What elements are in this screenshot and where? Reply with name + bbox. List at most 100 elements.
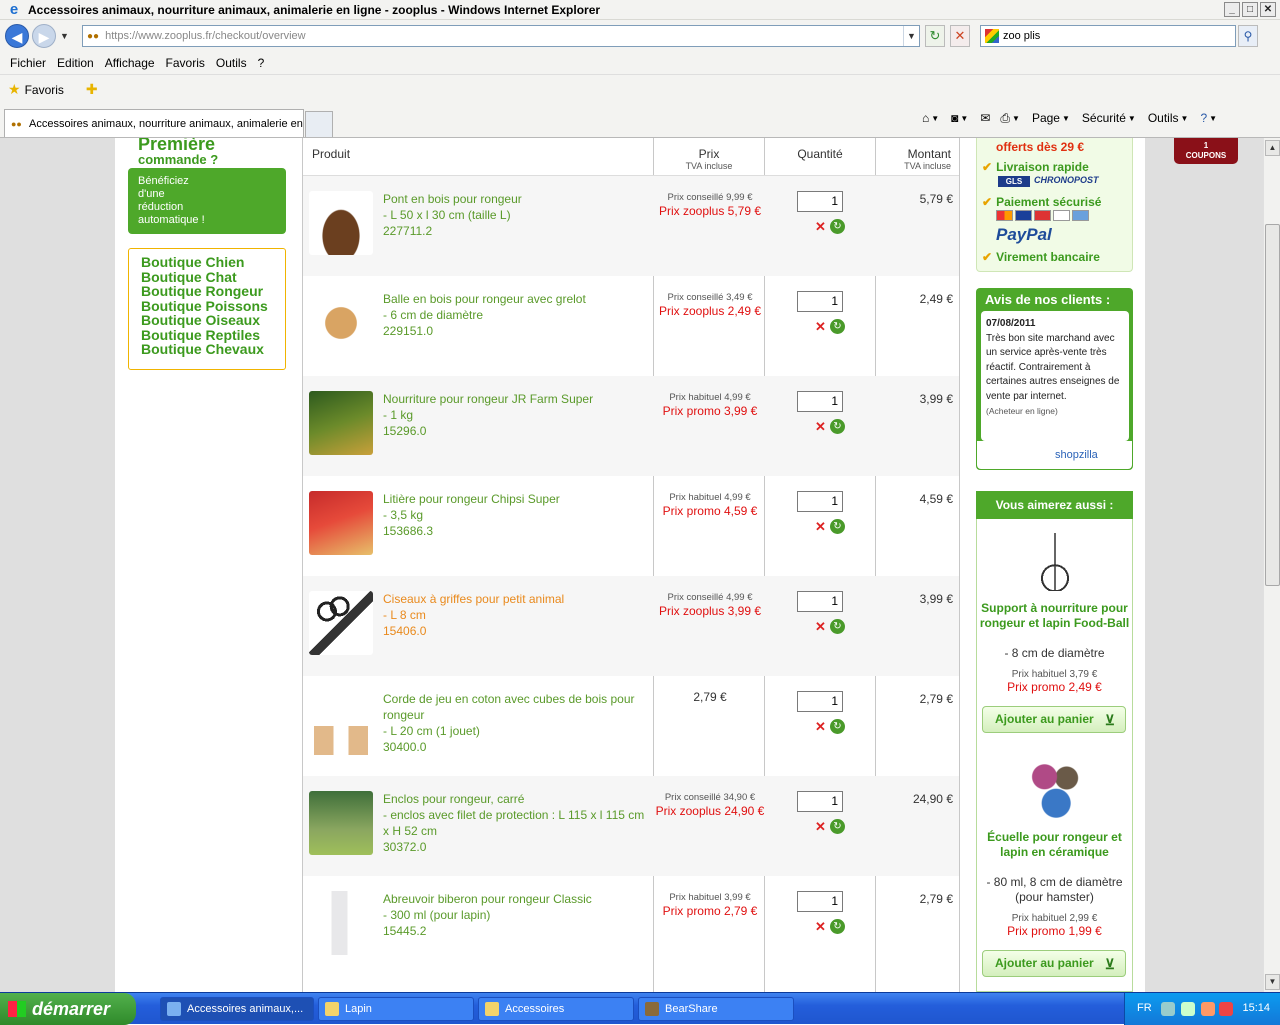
update-qty-icon[interactable]: ↻ — [830, 219, 845, 234]
favorites-star-icon[interactable]: ★ — [8, 81, 21, 98]
shop-link-reptiles[interactable]: Boutique Reptiles — [141, 327, 285, 343]
scroll-up-icon[interactable]: ▲ — [1265, 140, 1280, 156]
task-lapin[interactable]: Lapin — [318, 997, 474, 1021]
quantity-input[interactable]: 1 — [797, 691, 843, 712]
tab-zooplus[interactable]: ●● Accessoires animaux, nourriture anima… — [4, 109, 304, 137]
antivirus-icon[interactable] — [1219, 1002, 1233, 1016]
search-value[interactable]: zoo plis — [1003, 30, 1040, 42]
home-dropdown-icon[interactable]: ▼ — [931, 114, 939, 123]
product-image[interactable] — [1025, 760, 1084, 820]
product-name[interactable]: Pont en bois pour rongeur — [383, 191, 651, 207]
update-qty-icon[interactable]: ↻ — [830, 319, 845, 334]
product-image[interactable] — [309, 791, 373, 855]
product-image[interactable] — [309, 591, 373, 655]
update-qty-icon[interactable]: ↻ — [830, 419, 845, 434]
quantity-input[interactable]: 1 — [797, 491, 843, 512]
security-dropdown-icon[interactable]: ▼ — [1128, 114, 1136, 123]
product-image[interactable] — [309, 291, 373, 355]
shopzilla-logo[interactable]: shopzilla — [1055, 449, 1098, 461]
help-icon[interactable]: ? — [1200, 111, 1207, 125]
menu-edition[interactable]: Edition — [57, 56, 94, 70]
remove-item-icon[interactable]: ✕ — [815, 220, 826, 233]
product-name[interactable]: Corde de jeu en coton avec cubes de bois… — [383, 691, 651, 723]
shop-link-rongeur[interactable]: Boutique Rongeur — [141, 284, 285, 299]
print-dropdown-icon[interactable]: ▼ — [1012, 114, 1020, 123]
home-tray-icon[interactable] — [1201, 1002, 1215, 1016]
vertical-scrollbar[interactable]: ▲ ▼ — [1263, 138, 1280, 992]
update-qty-icon[interactable]: ↻ — [830, 819, 845, 834]
remove-item-icon[interactable]: ✕ — [815, 620, 826, 633]
maximize-button[interactable]: □ — [1242, 2, 1258, 17]
page-menu[interactable]: Page — [1032, 111, 1060, 125]
quantity-input[interactable]: 1 — [797, 191, 843, 212]
quantity-input[interactable]: 1 — [797, 591, 843, 612]
suggestion-name[interactable]: Support à nourriture pour rongeur et lap… — [977, 601, 1132, 631]
scroll-down-icon[interactable]: ▼ — [1265, 974, 1280, 990]
product-name[interactable]: Ciseaux à griffes pour petit animal — [383, 591, 651, 607]
wifi-icon[interactable] — [1181, 1002, 1195, 1016]
remove-item-icon[interactable]: ✕ — [815, 820, 826, 833]
product-image[interactable] — [309, 191, 373, 255]
shop-link-chat[interactable]: Boutique Chat — [141, 269, 285, 285]
favorites-button[interactable]: Favoris — [25, 83, 64, 97]
tab-title[interactable]: Accessoires animaux, nourriture animaux,… — [29, 118, 303, 130]
menu-affichage[interactable]: Affichage — [105, 56, 155, 70]
product-image[interactable] — [309, 691, 373, 755]
history-dropdown-icon[interactable]: ▼ — [60, 31, 69, 41]
add-to-cart-button[interactable]: Ajouter au panier ⊻ — [982, 950, 1126, 977]
menu-help[interactable]: ? — [258, 56, 265, 70]
update-qty-icon[interactable]: ↻ — [830, 519, 845, 534]
task-bearshare[interactable]: BearShare — [638, 997, 794, 1021]
promo-banner[interactable]: Bénéficiez d'une réduction automatique !… — [128, 168, 407, 255]
tools-dropdown-icon[interactable]: ▼ — [1181, 114, 1189, 123]
add-to-cart-button[interactable]: Ajouter au panier ⊻ — [982, 706, 1126, 733]
shop-link-poissons[interactable]: Boutique Poissons — [141, 298, 285, 314]
remove-item-icon[interactable]: ✕ — [815, 320, 826, 333]
remove-item-icon[interactable]: ✕ — [815, 720, 826, 733]
update-qty-icon[interactable]: ↻ — [830, 619, 845, 634]
product-name[interactable]: Balle en bois pour rongeur avec grelot — [383, 291, 651, 307]
security-menu[interactable]: Sécurité — [1082, 111, 1126, 125]
refresh-button[interactable]: ↻ — [925, 25, 945, 47]
search-input[interactable]: zoo plis — [980, 25, 1236, 47]
forward-button[interactable]: ▶ — [32, 24, 56, 48]
quantity-input[interactable]: 1 — [797, 891, 843, 912]
shop-link-chien[interactable]: Boutique Chien — [141, 255, 285, 270]
product-name[interactable]: Abreuvoir biberon pour rongeur Classic — [383, 891, 651, 907]
product-image[interactable] — [309, 491, 373, 555]
print-icon[interactable]: ⎙ — [1000, 111, 1010, 126]
product-name[interactable]: Nourriture pour rongeur JR Farm Super — [383, 391, 651, 407]
home-icon[interactable]: ⌂ — [922, 111, 929, 125]
product-image[interactable] — [309, 891, 373, 955]
tools-menu[interactable]: Outils — [1148, 111, 1179, 125]
menu-fichier[interactable]: Fichier — [10, 56, 46, 70]
back-button[interactable]: ◀ — [5, 24, 29, 48]
language-indicator[interactable]: FR — [1137, 1002, 1152, 1014]
shop-link-chevaux[interactable]: Boutique Chevaux — [141, 342, 285, 357]
remove-item-icon[interactable]: ✕ — [815, 520, 826, 533]
new-tab-button[interactable] — [305, 111, 333, 137]
address-input[interactable]: ●● https://www.zooplus.fr/checkout/overv… — [82, 25, 920, 47]
menu-favoris[interactable]: Favoris — [166, 56, 205, 70]
task-accessoires[interactable]: Accessoires — [478, 997, 634, 1021]
address-dropdown-icon[interactable]: ▼ — [903, 26, 919, 46]
quantity-input[interactable]: 1 — [797, 391, 843, 412]
menu-outils[interactable]: Outils — [216, 56, 247, 70]
close-button[interactable]: ✕ — [1260, 2, 1276, 17]
quantity-input[interactable]: 1 — [797, 291, 843, 312]
minimize-button[interactable]: _ — [1224, 2, 1240, 17]
stop-button[interactable]: ✕ — [950, 25, 970, 47]
network-icon[interactable] — [1161, 1002, 1175, 1016]
task-ie[interactable]: Accessoires animaux,... — [160, 997, 314, 1021]
feeds-icon[interactable]: ◙ — [951, 111, 958, 125]
address-url[interactable]: https://www.zooplus.fr/checkout/overview — [105, 30, 306, 42]
feeds-dropdown-icon[interactable]: ▼ — [960, 114, 968, 123]
help-dropdown-icon[interactable]: ▼ — [1209, 114, 1217, 123]
product-image[interactable] — [309, 391, 373, 455]
product-name[interactable]: Enclos pour rongeur, carré — [383, 791, 651, 807]
remove-item-icon[interactable]: ✕ — [815, 920, 826, 933]
coupons-badge[interactable]: 1 COUPONS — [1174, 138, 1238, 164]
product-name[interactable]: Litière pour rongeur Chipsi Super — [383, 491, 651, 507]
product-image[interactable] — [1037, 533, 1072, 591]
update-qty-icon[interactable]: ↻ — [830, 919, 845, 934]
